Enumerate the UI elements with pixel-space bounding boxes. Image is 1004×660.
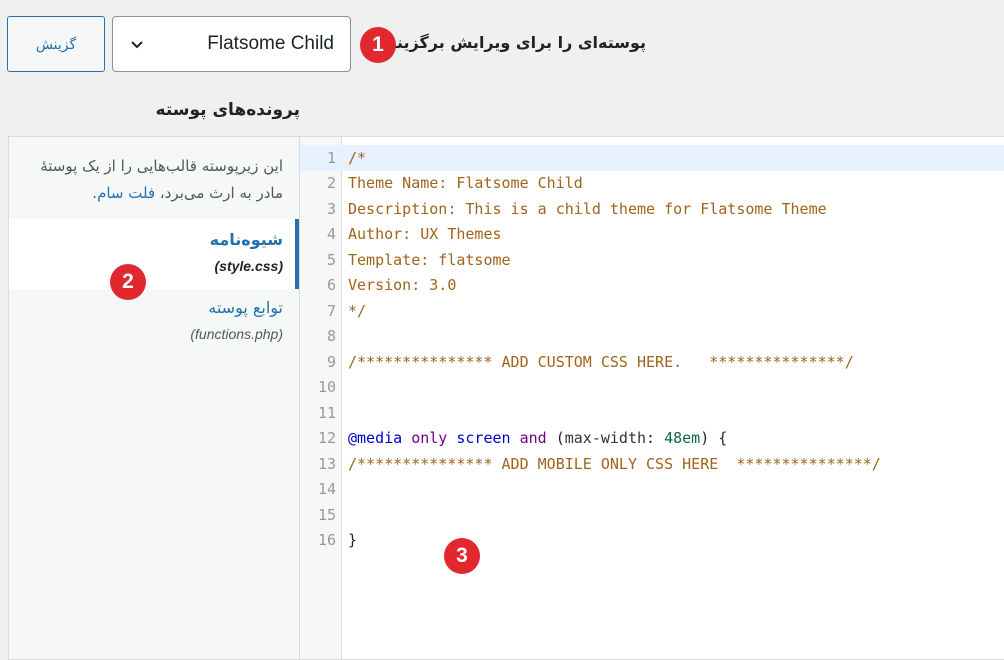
file-item-functions-php[interactable]: توابع پوسته (functions.php) — [9, 289, 299, 347]
code-line[interactable]: 9 /*************** ADD CUSTOM CSS HERE. *… — [300, 349, 1004, 375]
line-number: 12 — [317, 429, 336, 448]
code-line[interactable]: 10 — [300, 375, 1004, 401]
description-text: این زیرپوسته قالب‌هایی را از یک پوستهٔ م… — [40, 157, 283, 202]
code-line[interactable]: 13 /*************** ADD MOBILE ONLY CSS H… — [300, 451, 1004, 477]
code-line[interactable]: 15 — [300, 502, 1004, 528]
theme-files-heading: پرونده‌های پوسته — [155, 100, 300, 120]
line-number: 11 — [317, 403, 336, 422]
select-theme-button[interactable]: گزینش — [7, 16, 105, 72]
code-line[interactable]: 3 Description: This is a child theme for … — [300, 196, 1004, 222]
code-text: /*************** ADD MOBILE ONLY CSS HER… — [348, 454, 881, 473]
line-number: 4 — [326, 225, 336, 244]
annotation-badge-2: 2 — [110, 264, 146, 300]
code-text: */ — [348, 301, 367, 320]
line-number: 16 — [317, 531, 336, 550]
file-title: شیوه‌نامه — [209, 230, 283, 249]
code-line[interactable]: 11 — [300, 400, 1004, 426]
line-number: 8 — [326, 327, 336, 346]
line-number: 15 — [317, 505, 336, 524]
code-line[interactable]: 14 — [300, 477, 1004, 503]
annotation-badge-3: 3 — [444, 538, 480, 574]
theme-files-sidebar: این زیرپوسته قالب‌هایی را از یک پوستهٔ م… — [8, 136, 300, 660]
code-line[interactable]: 6 Version: 3.0 — [300, 273, 1004, 299]
code-line[interactable]: 4 Author: UX Themes — [300, 222, 1004, 248]
code-line[interactable]: 16} — [300, 528, 1004, 554]
theme-select-value: Flatsome Child — [207, 33, 334, 54]
code-text: /*************** ADD CUSTOM CSS HERE. **… — [348, 352, 854, 371]
choose-theme-label: پوسته‌ای را برای ویرایش برگزینید: — [374, 33, 646, 52]
line-number: 3 — [326, 199, 336, 218]
code-line[interactable]: 5 Template: flatsome — [300, 247, 1004, 273]
chevron-down-icon — [129, 34, 149, 54]
line-number: 1 — [326, 148, 336, 167]
code-text: Version: 3.0 — [348, 276, 457, 295]
parent-theme-link[interactable]: فلت سام — [97, 184, 155, 202]
line-number: 14 — [317, 480, 336, 499]
code-line[interactable]: 12 @media only screen and (max-width: 48e… — [300, 426, 1004, 452]
annotation-badge-1: 1 — [360, 27, 396, 63]
line-number: 5 — [326, 250, 336, 269]
line-number: 13 — [317, 454, 336, 473]
code-text: @media only screen and (max-width: 48em)… — [348, 429, 728, 448]
code-line[interactable]: 7 */ — [300, 298, 1004, 324]
file-title: توابع پوسته — [208, 298, 283, 317]
theme-select-dropdown[interactable]: Flatsome Child — [112, 16, 351, 72]
code-text: } — [348, 531, 358, 550]
code-line[interactable]: 2 Theme Name: Flatsome Child — [300, 171, 1004, 197]
code-text: Description: This is a child theme for F… — [348, 199, 827, 218]
line-number: 7 — [326, 301, 336, 320]
code-line[interactable]: 1 /* — [300, 145, 1004, 171]
line-number: 2 — [326, 174, 336, 193]
code-text: Author: UX Themes — [348, 225, 502, 244]
code-text: Theme Name: Flatsome Child — [348, 174, 583, 193]
code-text: Template: flatsome — [348, 250, 511, 269]
code-line[interactable]: 8 — [300, 324, 1004, 350]
file-filename: (style.css) — [214, 258, 283, 274]
code-lines: 1 /* 2 Theme Name: Flatsome Child 3 Descripti… — [300, 145, 1004, 553]
line-number: 6 — [326, 276, 336, 295]
code-editor[interactable]: 1 /* 2 Theme Name: Flatsome Child 3 Descripti… — [299, 136, 1004, 660]
code-text: /* — [348, 148, 367, 167]
line-number: 10 — [317, 378, 336, 397]
child-theme-description: این زیرپوسته قالب‌هایی را از یک پوستهٔ م… — [9, 137, 299, 207]
file-filename: (functions.php) — [190, 326, 283, 342]
line-number: 9 — [326, 352, 336, 371]
file-item-style-css[interactable]: شیوه‌نامه (style.css) — [9, 219, 300, 289]
